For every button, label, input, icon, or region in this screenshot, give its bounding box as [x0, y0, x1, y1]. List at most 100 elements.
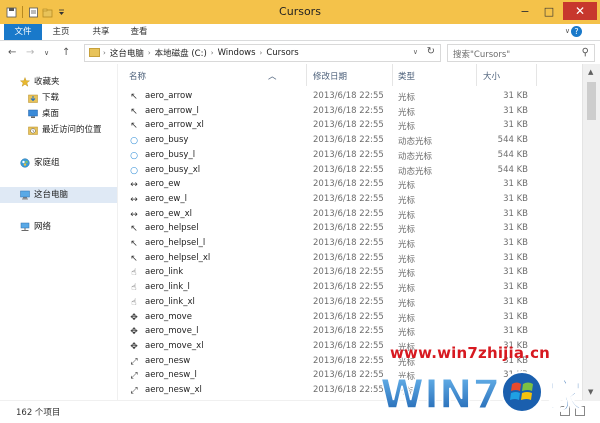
search-box[interactable]: 搜索"Cursors" ⚲ [447, 44, 595, 62]
back-arrow-icon[interactable]: ← [8, 47, 16, 58]
column-name[interactable]: 名称 [129, 70, 146, 82]
file-size: 544 KB [497, 149, 528, 160]
large-icons-view-icon[interactable] [575, 406, 585, 416]
tab-home[interactable]: 主页 [46, 24, 76, 40]
maximize-button[interactable]: □ [538, 3, 560, 19]
tab-share[interactable]: 共享 [86, 24, 116, 40]
vertical-scrollbar[interactable]: ▲ ▼ [582, 64, 600, 400]
table-row[interactable]: ↖ aero_helpsel_xl 2013/6/18 22:55 光标 31 KB [118, 252, 582, 267]
table-row[interactable]: ✥ aero_move_l 2013/6/18 22:55 光标 31 KB [118, 325, 582, 340]
column-size[interactable]: 大小 [483, 70, 500, 82]
navigation-pane: 收藏夹 下载 桌面 最近访问的位置 家庭组 这台电脑 网络 [0, 64, 117, 400]
nav-label: 桌面 [42, 109, 60, 119]
cursor-file-icon: ✥ [130, 312, 138, 323]
scrollbar-thumb[interactable] [587, 82, 596, 120]
table-row[interactable]: ↔ aero_ew 2013/6/18 22:55 光标 31 KB [118, 178, 582, 193]
file-type: 光标 [398, 107, 416, 118]
file-name: aero_busy_xl [145, 164, 201, 175]
minimize-button[interactable]: − [514, 3, 536, 19]
cursor-file-icon: ↖ [130, 224, 138, 235]
file-name: aero_arrow_l [145, 105, 199, 116]
breadcrumb-windows[interactable]: Windows [218, 48, 256, 58]
file-size: 31 KB [503, 193, 528, 204]
refresh-icon[interactable]: ↻ [427, 46, 435, 57]
file-type: 动态光标 [398, 166, 433, 177]
table-row[interactable]: ↖ aero_arrow 2013/6/18 22:55 光标 31 KB [118, 90, 582, 105]
file-name: aero_link [145, 267, 184, 278]
file-date: 2013/6/18 22:55 [313, 179, 384, 190]
help-icon[interactable]: ? [571, 26, 582, 37]
cursor-file-icon: ✥ [130, 327, 138, 338]
address-dropdown-chevron-icon[interactable]: ∨ [413, 48, 418, 56]
breadcrumb-cursors[interactable]: Cursors [266, 48, 298, 58]
file-name: aero_helpsel_xl [145, 252, 211, 263]
file-type: 动态光标 [398, 137, 433, 148]
table-row[interactable]: ↖ aero_arrow_l 2013/6/18 22:55 光标 31 KB [118, 105, 582, 120]
file-name: aero_link_xl [145, 296, 195, 307]
nav-item-homegroup[interactable]: 家庭组 [0, 155, 117, 171]
nav-item-downloads[interactable]: 下载 [0, 90, 117, 106]
nav-label: 收藏夹 [34, 77, 60, 87]
breadcrumb-this-pc[interactable]: 这台电脑 [110, 47, 144, 59]
file-name: aero_move [145, 311, 192, 322]
file-date: 2013/6/18 22:55 [313, 282, 384, 293]
file-name: aero_link_l [145, 282, 190, 293]
nav-item-desktop[interactable]: 桌面 [0, 106, 117, 122]
details-view-icon[interactable] [560, 406, 570, 416]
table-row[interactable]: ✥ aero_move_xl 2013/6/18 22:55 光标 31 KB [118, 340, 582, 355]
column-divider[interactable] [476, 64, 477, 86]
file-list: ︿ 名称 修改日期 类型 大小 ↖ aero_arrow 2013/6/18 22:… [118, 64, 582, 400]
file-name: aero_nesw [145, 355, 191, 366]
table-row[interactable]: ⤢ aero_nesw_l 2013/6/18 22:55 光标 31 KB [118, 369, 582, 384]
cursor-file-icon: ↔ [130, 180, 138, 191]
cursor-file-icon: ☝ [131, 268, 137, 279]
table-row[interactable]: ⤢ aero_nesw_xl 2013/6/18 22:55 光标 31 KB [118, 384, 582, 399]
table-row[interactable]: ☝ aero_link 2013/6/18 22:55 光标 31 KB [118, 266, 582, 281]
column-divider[interactable] [392, 64, 393, 86]
nav-item-this-pc[interactable]: 这台电脑 [0, 187, 117, 203]
scroll-down-arrow-icon[interactable]: ▼ [588, 388, 593, 396]
column-divider[interactable] [536, 64, 537, 86]
table-row[interactable]: ○ aero_busy 2013/6/18 22:55 动态光标 544 KB [118, 134, 582, 149]
file-size: 31 KB [503, 223, 528, 234]
address-bar[interactable]: › 这台电脑 › 本地磁盘 (C:) › Windows › Cursors ∨… [84, 44, 441, 62]
table-row[interactable]: ↔ aero_ew_l 2013/6/18 22:55 光标 31 KB [118, 193, 582, 208]
file-date: 2013/6/18 22:55 [313, 252, 384, 263]
table-row[interactable]: ☝ aero_link_l 2013/6/18 22:55 光标 31 KB [118, 281, 582, 296]
file-date: 2013/6/18 22:55 [313, 238, 384, 248]
table-row[interactable]: ⤢ aero_nesw 2013/6/18 22:55 光标 31 KB [118, 355, 582, 370]
nav-item-recent-places[interactable]: 最近访问的位置 [0, 122, 117, 138]
search-icon[interactable]: ⚲ [582, 47, 589, 58]
column-date[interactable]: 修改日期 [313, 70, 347, 82]
file-type: 光标 [398, 328, 416, 339]
nav-item-network[interactable]: 网络 [0, 219, 117, 235]
table-row[interactable]: ○ aero_busy_l 2013/6/18 22:55 动态光标 544 KB [118, 149, 582, 164]
table-row[interactable]: ↖ aero_arrow_xl 2013/6/18 22:55 光标 31 KB [118, 119, 582, 134]
expand-ribbon-chevron-icon[interactable]: ∨ [565, 27, 570, 35]
breadcrumb-local-disk[interactable]: 本地磁盘 (C:) [155, 47, 207, 59]
tab-file[interactable]: 文件 [4, 24, 42, 40]
table-row[interactable]: ☝ aero_link_xl 2013/6/18 22:55 光标 31 KB [118, 296, 582, 311]
table-row[interactable]: ↖ aero_helpsel_l 2013/6/18 22:55 光标 31 KB [118, 237, 582, 252]
scroll-up-arrow-icon[interactable]: ▲ [588, 68, 593, 76]
table-row[interactable]: ↖ aero_helpsel 2013/6/18 22:55 光标 31 KB [118, 222, 582, 237]
file-type: 光标 [398, 284, 416, 295]
cursor-file-icon: ↖ [130, 121, 138, 132]
recent-locations-chevron-icon[interactable]: ∨ [44, 49, 49, 57]
file-name: aero_move_xl [145, 340, 204, 351]
file-date: 2013/6/18 22:55 [313, 164, 384, 175]
column-type[interactable]: 类型 [398, 70, 415, 82]
close-button[interactable]: ✕ [563, 2, 597, 20]
column-divider[interactable] [306, 64, 307, 86]
file-date: 2013/6/18 22:55 [313, 91, 384, 101]
nav-item-favorites[interactable]: 收藏夹 [0, 74, 117, 90]
forward-arrow-icon[interactable]: → [26, 47, 34, 58]
file-size: 31 KB [503, 370, 528, 381]
tab-view[interactable]: 查看 [124, 24, 154, 40]
table-row[interactable]: ✥ aero_move 2013/6/18 22:55 光标 31 KB [118, 311, 582, 326]
up-arrow-icon[interactable]: ↑ [62, 47, 70, 58]
file-type: 光标 [398, 387, 416, 397]
table-row[interactable]: ↔ aero_ew_xl 2013/6/18 22:55 光标 31 KB [118, 208, 582, 223]
table-row[interactable]: ○ aero_busy_xl 2013/6/18 22:55 动态光标 544 KB [118, 164, 582, 179]
file-date: 2013/6/18 22:55 [313, 193, 384, 204]
